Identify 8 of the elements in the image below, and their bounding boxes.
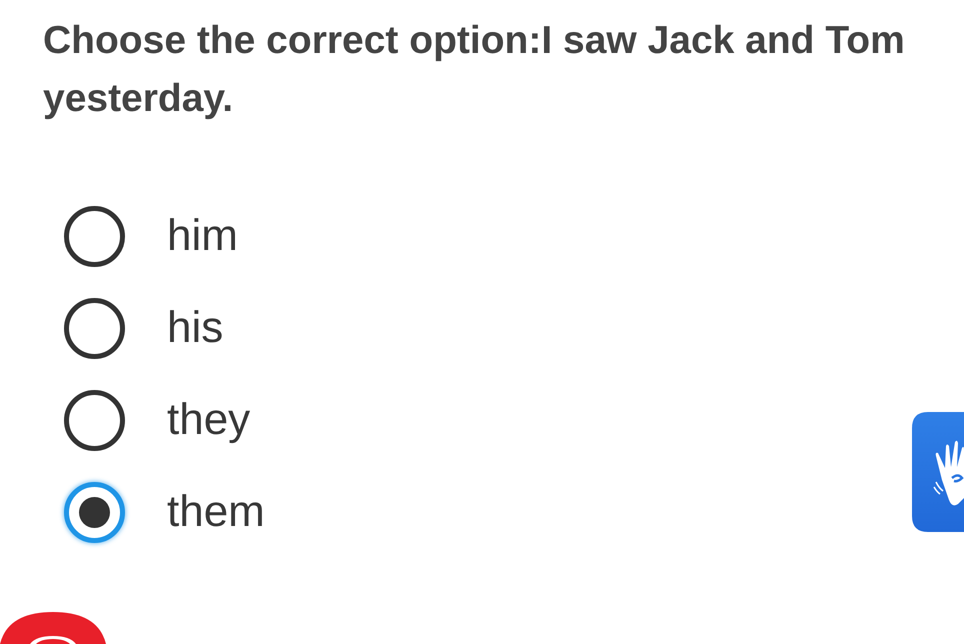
round-bubble-icon[interactable] xyxy=(0,612,106,644)
option-label[interactable]: they xyxy=(167,394,250,446)
option-label[interactable]: his xyxy=(167,302,224,354)
hand-icon[interactable] xyxy=(912,412,964,532)
question-text: Choose the correct option:I saw Jack and Tom yesterday. xyxy=(43,18,906,122)
radio-button[interactable] xyxy=(64,482,125,542)
option-label[interactable]: him xyxy=(167,210,238,262)
option-label[interactable]: them xyxy=(167,486,265,538)
